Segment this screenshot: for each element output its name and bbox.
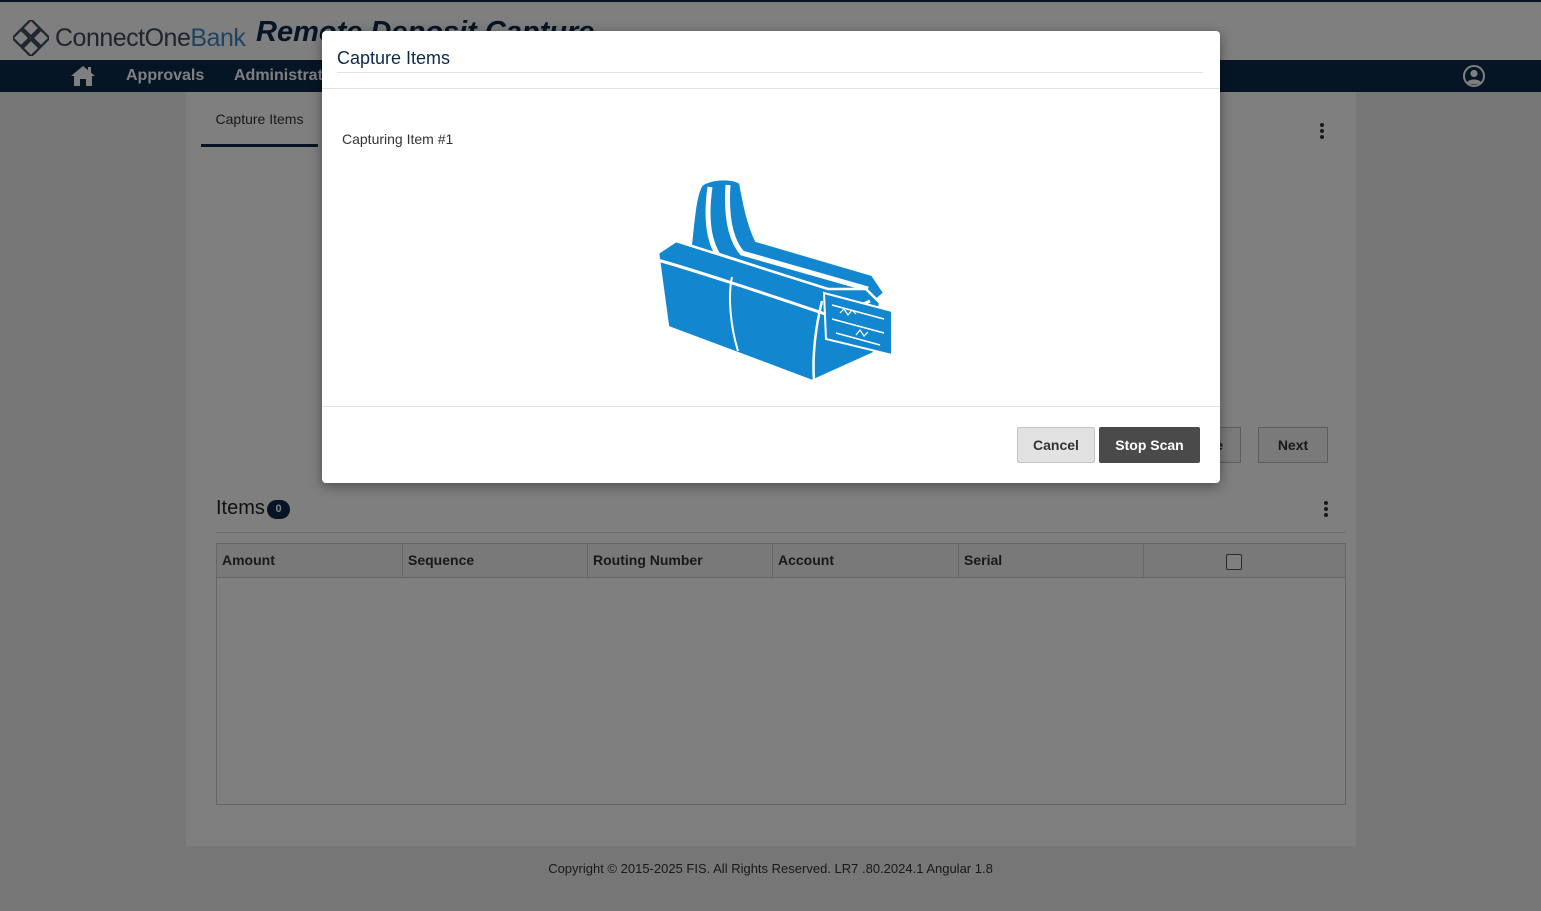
capture-status-text: Capturing Item #1 bbox=[342, 131, 454, 147]
capture-items-dialog: Capture Items Capturing Item #1 Cancel S… bbox=[322, 31, 1220, 483]
dialog-title-underline bbox=[337, 72, 1203, 73]
dialog-title: Capture Items bbox=[337, 48, 451, 68]
stop-scan-button[interactable]: Stop Scan bbox=[1099, 427, 1200, 463]
dialog-header-divider bbox=[322, 88, 1220, 89]
dialog-footer-divider bbox=[322, 406, 1220, 407]
check-scanner-icon bbox=[644, 175, 900, 392]
cancel-button[interactable]: Cancel bbox=[1017, 427, 1095, 463]
